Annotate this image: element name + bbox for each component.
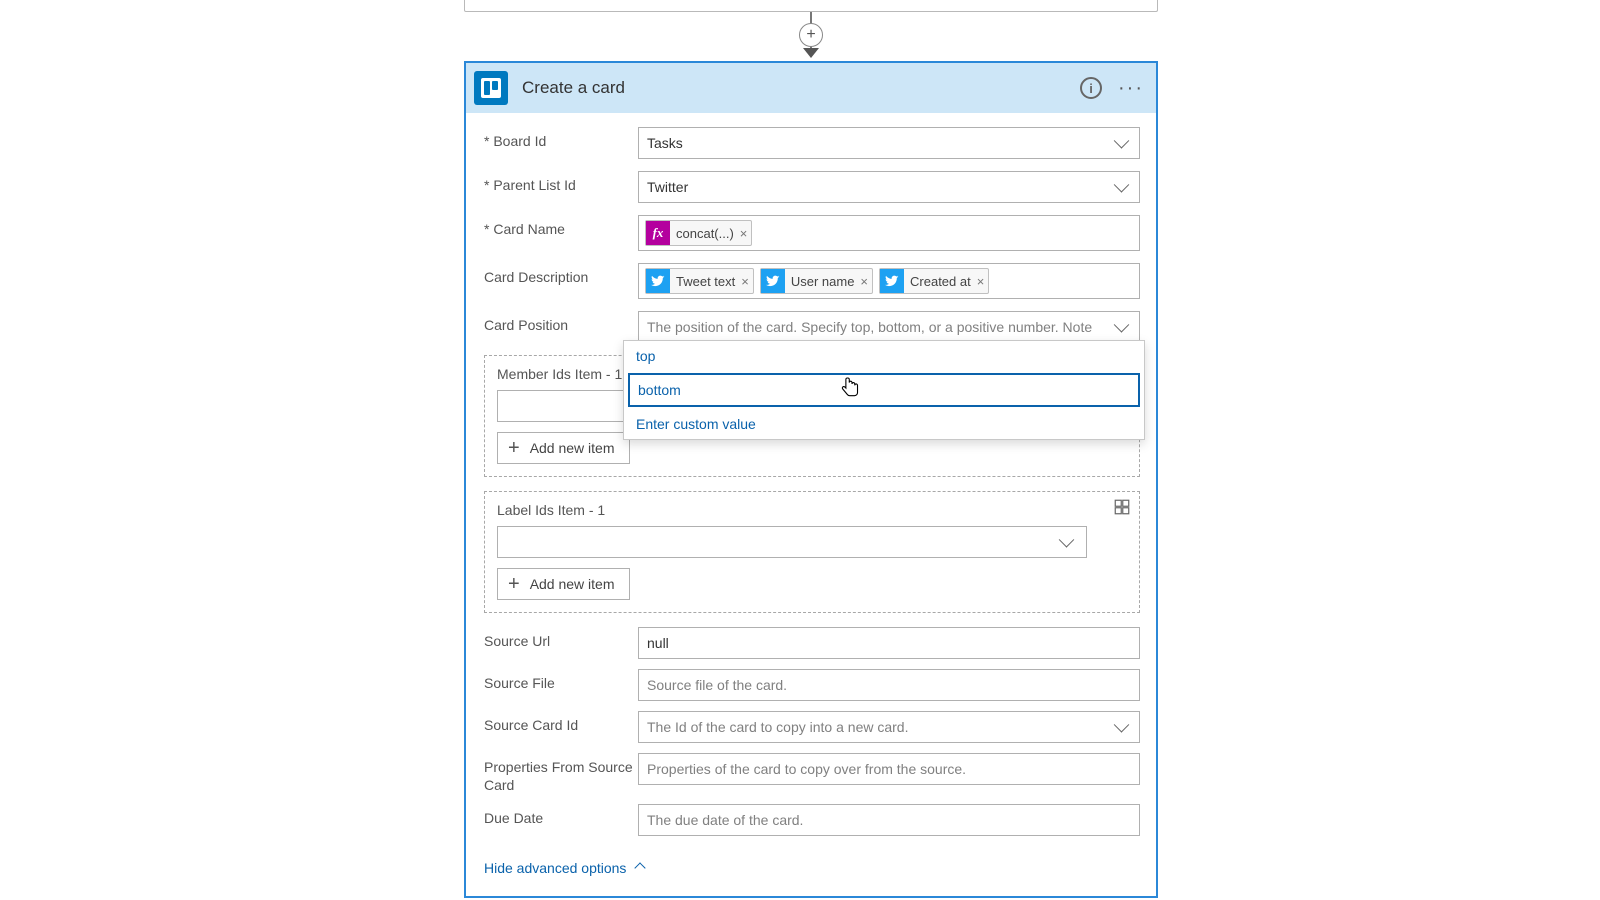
input-card-description[interactable]: Tweet text × User name × Created at × (638, 263, 1140, 299)
token-user-name[interactable]: User name × (760, 268, 873, 294)
plus-icon: + (508, 574, 520, 594)
input-due-date[interactable]: The due date of the card. (638, 804, 1140, 836)
input-source-card-id[interactable]: The Id of the card to copy into a new ca… (638, 711, 1140, 743)
token-tweet-text[interactable]: Tweet text × (645, 268, 754, 294)
label-due-date: Due Date (484, 804, 638, 828)
add-label-item-button[interactable]: + Add new item (497, 568, 630, 600)
switch-array-mode-icon[interactable] (1113, 498, 1133, 518)
fx-icon: fx (646, 221, 670, 245)
dropdown-option-bottom[interactable]: bottom (628, 373, 1140, 407)
input-source-url[interactable]: null (638, 627, 1140, 659)
hide-advanced-options-toggle[interactable]: Hide advanced options (484, 860, 644, 876)
remove-token-icon[interactable]: × (740, 226, 748, 241)
label-source-file: Source File (484, 669, 638, 693)
info-icon[interactable]: i (1078, 75, 1104, 101)
label-parent-list-id: * Parent List Id (484, 171, 638, 195)
remove-token-icon[interactable]: × (741, 274, 749, 289)
trello-icon (474, 71, 508, 105)
card-header[interactable]: Create a card i ··· (466, 63, 1156, 113)
twitter-icon (761, 269, 785, 293)
twitter-icon (880, 269, 904, 293)
token-concat-fx[interactable]: fx concat(...) × (645, 220, 752, 246)
flow-connector-arrow (803, 48, 819, 58)
action-card-create-a-card: Create a card i ··· * Board Id Tasks * P… (464, 61, 1158, 898)
token-created-at[interactable]: Created at × (879, 268, 989, 294)
input-label-ids-item[interactable] (497, 526, 1087, 558)
card-title: Create a card (522, 78, 1064, 98)
label-card-name: * Card Name (484, 215, 638, 239)
label-source-card-id: Source Card Id (484, 711, 638, 735)
label-label-ids-item: Label Ids Item - 1 (497, 502, 1127, 518)
remove-token-icon[interactable]: × (977, 274, 985, 289)
remove-token-icon[interactable]: × (860, 274, 868, 289)
card-body: * Board Id Tasks * Parent List Id Twitte… (466, 113, 1156, 896)
add-step-button[interactable]: + (799, 23, 823, 47)
card-position-dropdown: top bottom Enter custom value (623, 340, 1145, 440)
group-label-ids: Label Ids Item - 1 + Add new item (484, 491, 1140, 613)
chevron-up-icon (635, 862, 646, 873)
twitter-icon (646, 269, 670, 293)
plus-icon: + (508, 438, 520, 458)
add-member-item-button[interactable]: + Add new item (497, 432, 630, 464)
dropdown-option-top[interactable]: top (624, 341, 1144, 371)
input-parent-list-id[interactable]: Twitter (638, 171, 1140, 203)
input-source-file[interactable]: Source file of the card. (638, 669, 1140, 701)
label-source-url: Source Url (484, 627, 638, 651)
label-properties-from-source: Properties From Source Card (484, 753, 638, 794)
label-board-id: * Board Id (484, 127, 638, 151)
label-card-description: Card Description (484, 263, 638, 287)
input-card-name[interactable]: fx concat(...) × (638, 215, 1140, 251)
input-board-id[interactable]: Tasks (638, 127, 1140, 159)
previous-step-card (464, 0, 1158, 12)
input-properties-from-source[interactable]: Properties of the card to copy over from… (638, 753, 1140, 785)
input-card-position[interactable]: The position of the card. Specify top, b… (638, 311, 1140, 343)
label-card-position: Card Position (484, 311, 638, 335)
dropdown-option-custom[interactable]: Enter custom value (624, 409, 1144, 439)
more-menu-icon[interactable]: ··· (1118, 75, 1144, 101)
